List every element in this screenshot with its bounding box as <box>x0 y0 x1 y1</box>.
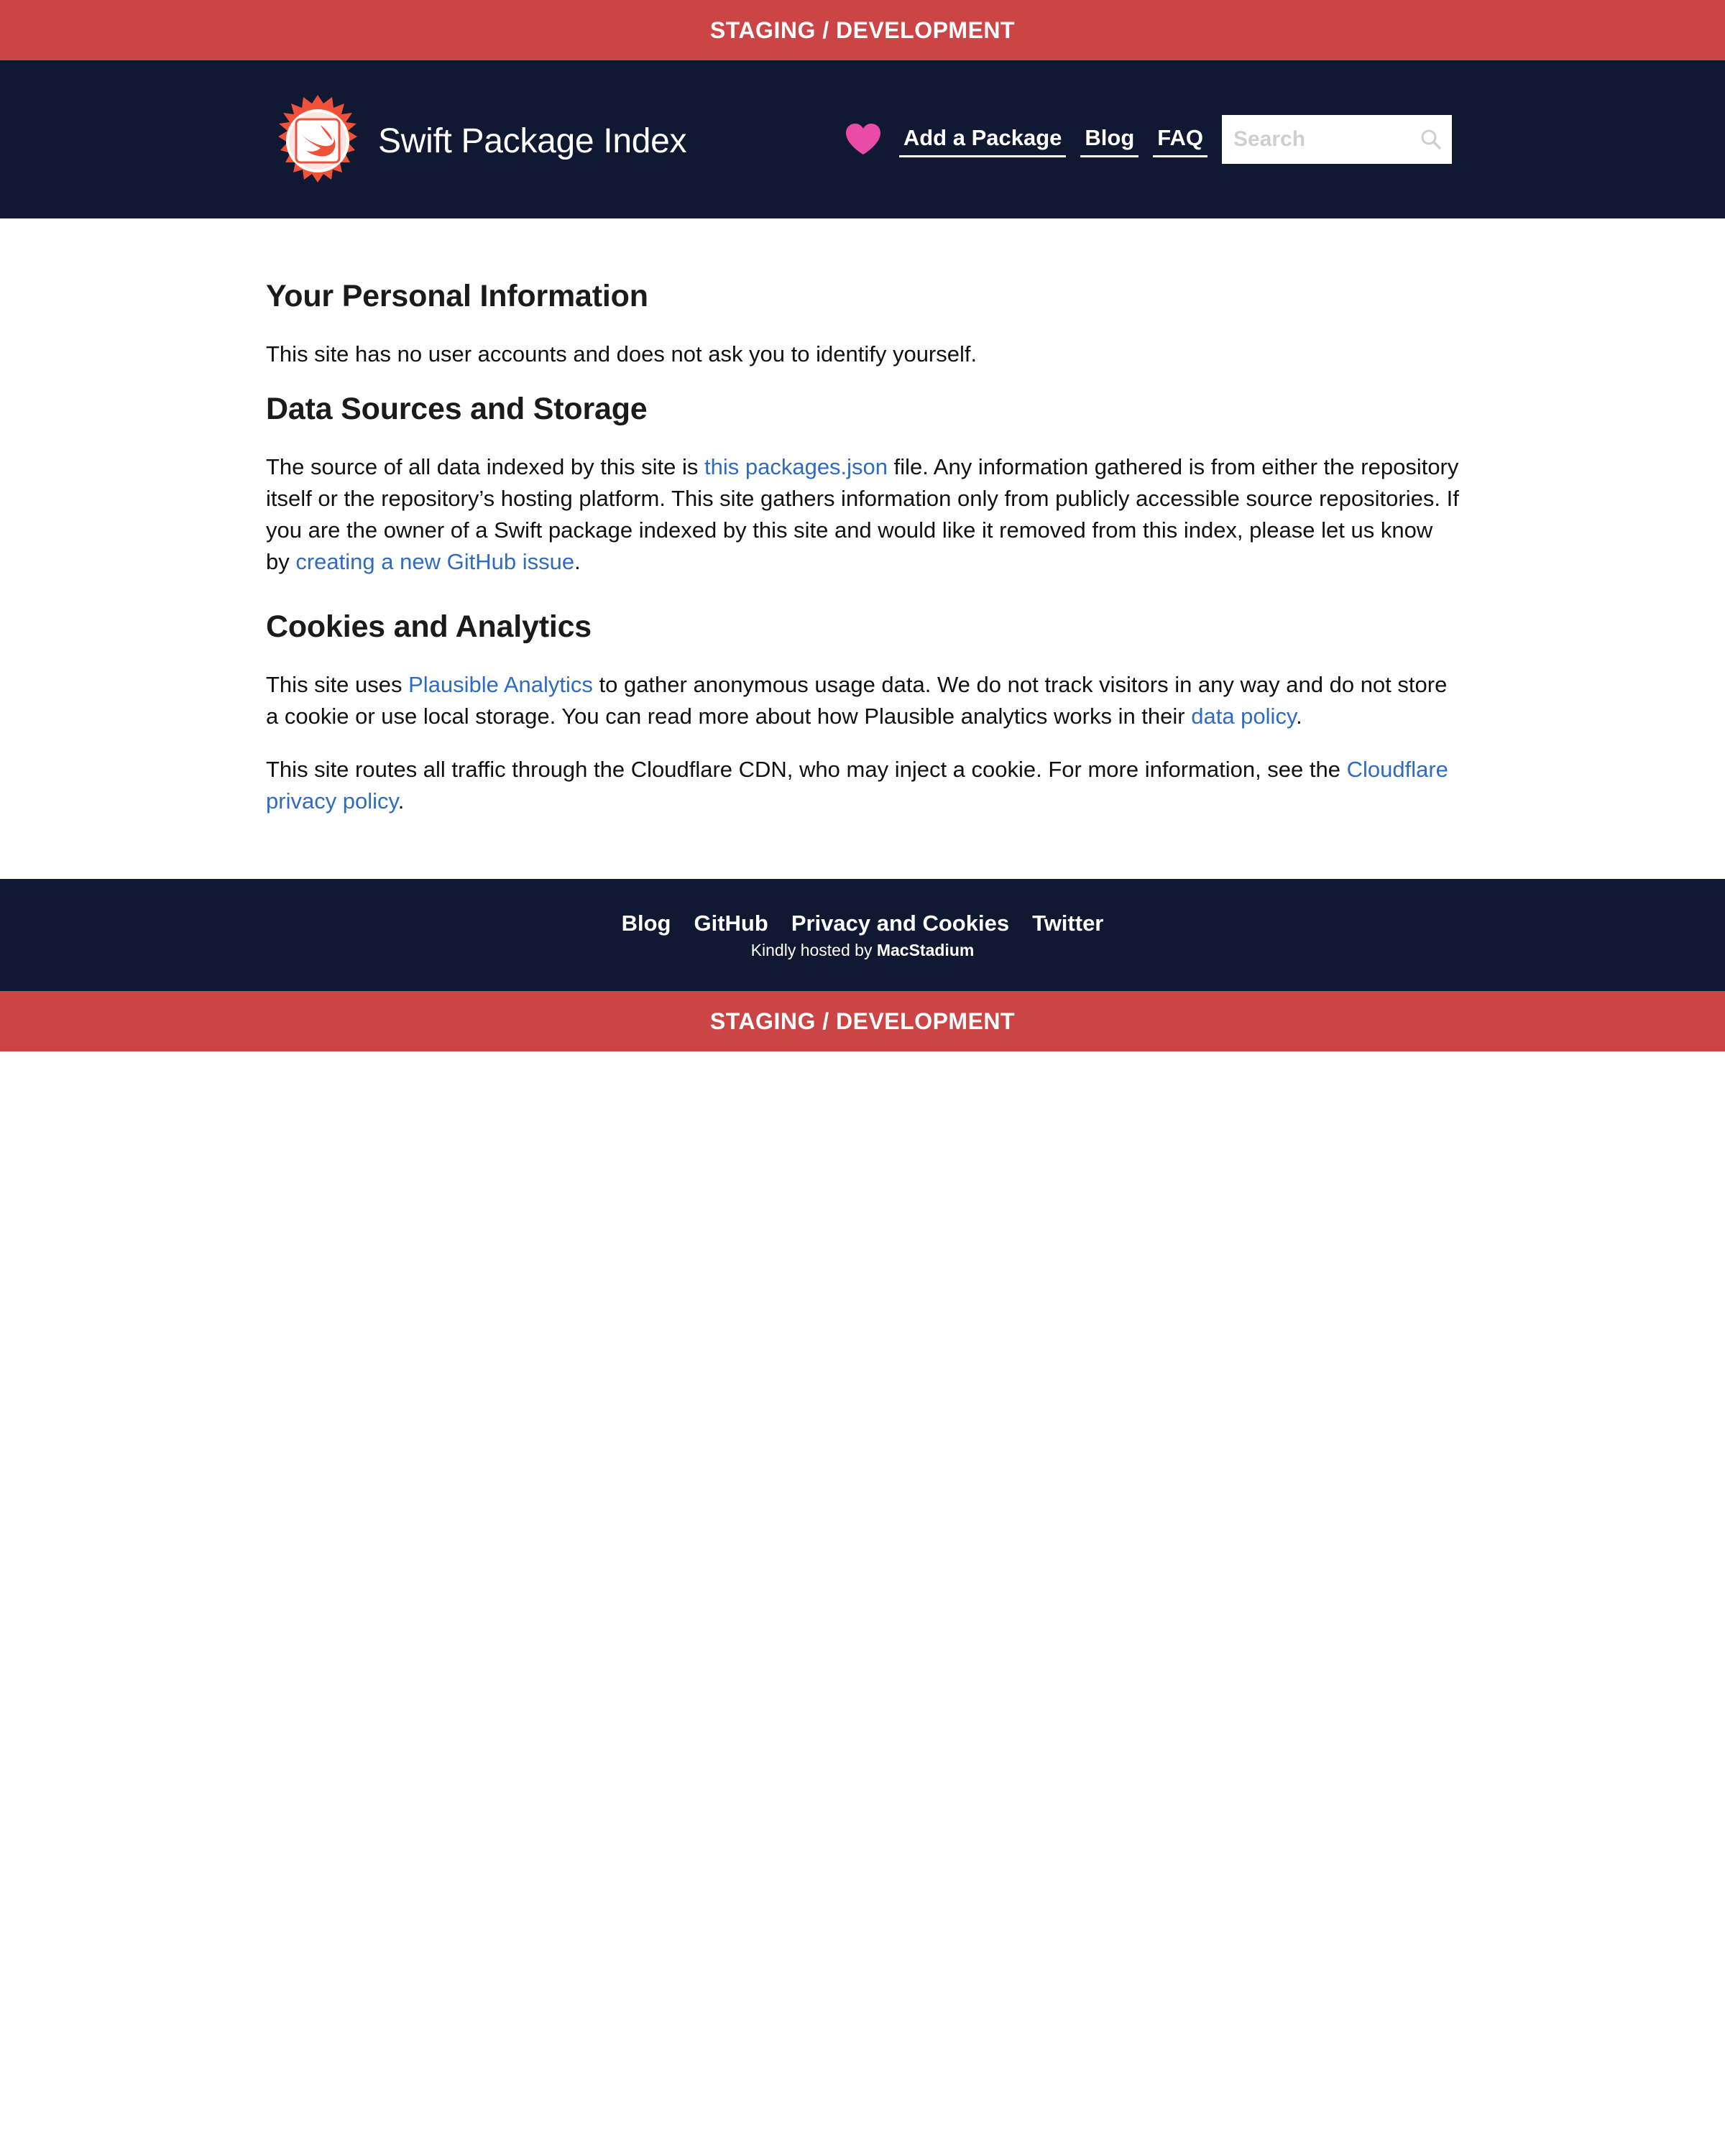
footer-links: Blog GitHub Privacy and Cookies Twitter <box>610 911 1116 936</box>
environment-banner-bottom: STAGING / DEVELOPMENT <box>0 991 1725 1051</box>
search-box <box>1222 115 1452 164</box>
plausible-analytics-link[interactable]: Plausible Analytics <box>408 672 593 697</box>
hosted-prefix: Kindly hosted by <box>750 940 877 959</box>
site-footer: Blog GitHub Privacy and Cookies Twitter … <box>0 879 1725 991</box>
text-segment: . <box>397 788 405 814</box>
search-icon[interactable] <box>1420 129 1442 150</box>
main-nav: Add a Package Blog FAQ <box>845 60 1452 218</box>
data-policy-link[interactable]: data policy <box>1191 704 1296 729</box>
macstadium-link[interactable]: MacStadium <box>877 941 974 959</box>
footer-twitter-link[interactable]: Twitter <box>1032 911 1103 936</box>
site-title: Swift Package Index <box>378 121 687 160</box>
data-sources-heading: Data Sources and Storage <box>266 392 648 426</box>
cookies-analytics-heading: Cookies and Analytics <box>266 609 592 644</box>
environment-banner-label: STAGING / DEVELOPMENT <box>709 17 1016 43</box>
packages-json-link[interactable]: this packages.json <box>704 454 888 479</box>
text-segment: This site uses <box>266 672 409 697</box>
home-link[interactable]: Swift Package Index <box>269 92 687 190</box>
heart-icon[interactable] <box>845 123 882 156</box>
text-segment: . <box>574 549 581 574</box>
nav-add-package-link[interactable]: Add a Package <box>898 122 1067 157</box>
text-segment: The source of all data indexed by this s… <box>266 454 704 479</box>
site-header: Swift Package Index Add a Package Blog F… <box>0 60 1725 218</box>
github-issue-link[interactable]: creating a new GitHub issue <box>295 549 574 574</box>
swift-logo-icon <box>278 95 357 183</box>
nav-blog-link[interactable]: Blog <box>1080 122 1139 157</box>
personal-info-heading: Your Personal Information <box>266 279 648 313</box>
text-segment: . <box>1296 704 1302 729</box>
footer-github-link[interactable]: GitHub <box>694 911 768 936</box>
hosted-by-text: Kindly hosted by MacStadium <box>751 941 975 960</box>
personal-info-paragraph: This site has no user accounts and does … <box>266 341 978 367</box>
footer-privacy-link[interactable]: Privacy and Cookies <box>791 911 1009 936</box>
data-sources-paragraph: The source of all data indexed by this s… <box>266 451 1459 578</box>
footer-blog-link[interactable]: Blog <box>622 911 671 936</box>
cloudflare-paragraph: This site routes all traffic through the… <box>266 754 1459 817</box>
analytics-paragraph: This site uses Plausible Analytics to ga… <box>266 669 1459 732</box>
text-segment: This site routes all traffic through the… <box>266 757 1347 782</box>
search-input[interactable] <box>1232 126 1407 152</box>
privacy-content: Your Personal Information This site has … <box>266 218 1459 879</box>
environment-banner-label: STAGING / DEVELOPMENT <box>709 1008 1016 1034</box>
nav-faq-link[interactable]: FAQ <box>1153 122 1208 157</box>
environment-banner-top: STAGING / DEVELOPMENT <box>0 0 1725 60</box>
